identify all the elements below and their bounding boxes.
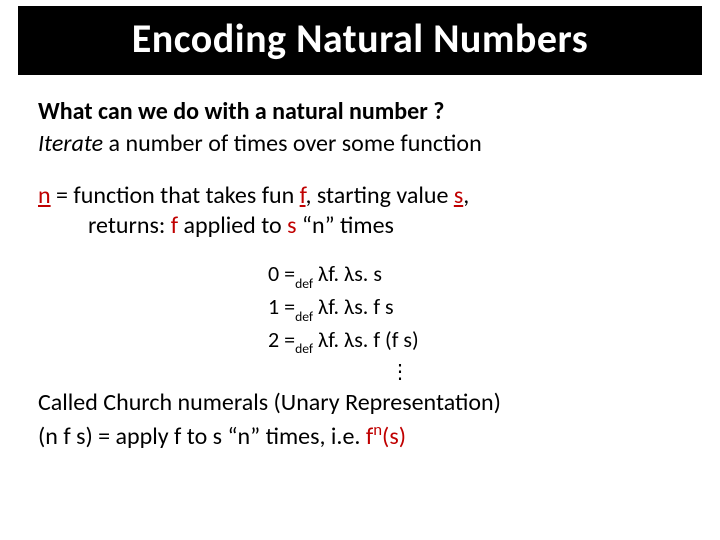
lambda-defs: 0 =def λf. λs. s 1 =def λf. λs. f s 2 =d… (38, 259, 682, 357)
intro-answer: Iterate a number of times over some func… (38, 129, 682, 159)
footer-fn-tail: (s) (382, 422, 406, 451)
def-f2: f (171, 211, 178, 240)
def-part2a: returns: (88, 211, 171, 240)
intro-answer-italic: Iterate (38, 129, 103, 158)
lambda-def-1: 1 =def λf. λs. f s (268, 292, 682, 325)
lambda-def-0-lhs: 0 = (268, 260, 295, 287)
def-part2c: “n” times (296, 211, 393, 240)
lambda-def-2-rhs: λf. λs. f (f s) (313, 326, 419, 353)
footer-block: Called Church numerals (Unary Representa… (0, 387, 720, 451)
definition-block: n = function that takes fun f , starting … (38, 181, 682, 241)
intro-answer-rest: a number of times over some function (103, 129, 482, 158)
slide-body: What can we do with a natural number ? I… (0, 75, 720, 357)
def-part1b: , starting value (306, 181, 454, 210)
def-part2b: applied to (178, 211, 287, 240)
lambda-def-0: 0 =def λf. λs. s (268, 259, 682, 292)
def-s1: s (454, 181, 463, 210)
vertical-ellipsis: ⋮ (0, 363, 720, 381)
footer-line2: (n f s) = apply f to s “n” times, i.e. f… (38, 419, 682, 452)
lambda-def-0-sub: def (295, 275, 313, 292)
def-part1a: = function that takes fun (51, 181, 300, 210)
lambda-def-1-rhs: λf. λs. f s (313, 293, 394, 320)
def-line2: returns: f applied to s “n” times (38, 211, 682, 241)
def-line1: n = function that takes fun f, starting … (38, 181, 682, 211)
lambda-def-2: 2 =def λf. λs. f (f s) (268, 325, 682, 358)
footer-line1: Called Church numerals (Unary Representa… (38, 387, 682, 418)
lambda-def-0-rhs: λf. λs. s (313, 260, 382, 287)
footer-l2a: (n f s) = apply f to s “n” times, i.e. (38, 422, 366, 451)
lambda-def-1-lhs: 1 = (268, 293, 295, 320)
footer-fn-sup: n (373, 419, 382, 440)
lambda-def-2-sub: def (295, 340, 313, 357)
def-part1c: , (463, 181, 469, 210)
intro-question: What can we do with a natural number ? (38, 97, 682, 127)
slide-title: Encoding Natural Numbers (18, 6, 702, 75)
def-n: n (38, 181, 51, 210)
lambda-def-1-sub: def (295, 308, 313, 325)
lambda-def-2-lhs: 2 = (268, 326, 295, 353)
slide: Encoding Natural Numbers What can we do … (0, 6, 720, 540)
